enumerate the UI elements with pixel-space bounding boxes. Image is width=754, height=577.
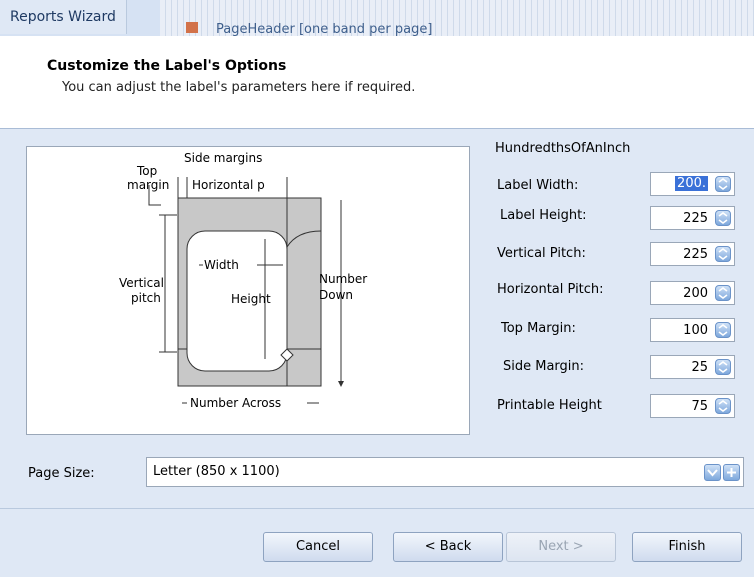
spin-button[interactable] xyxy=(715,359,731,375)
side-margin-value[interactable]: 25 xyxy=(691,360,708,375)
printable-height-spinner[interactable]: 75 xyxy=(650,394,735,418)
diagram-horizontal-pitch-label: Horizontal p xyxy=(192,178,265,192)
page-size-dropdown[interactable]: Letter (850 x 1100) xyxy=(146,457,744,487)
next-button[interactable]: Next > xyxy=(506,532,616,562)
side-margin-spinner[interactable]: 25 xyxy=(650,355,735,379)
background-band-label: PageHeader [one band per page] xyxy=(216,22,433,37)
label-height-value[interactable]: 225 xyxy=(683,211,708,226)
spin-arrows-icon xyxy=(718,324,728,336)
spin-arrows-icon xyxy=(718,178,728,190)
wizard-header: Customize the Label's Options You can ad… xyxy=(0,36,754,129)
printable-height-value[interactable]: 75 xyxy=(691,399,708,414)
diagram-number-down-label: Down xyxy=(319,288,353,302)
cancel-button[interactable]: Cancel xyxy=(263,532,373,562)
window-title: Reports Wizard xyxy=(0,0,127,34)
chevron-down-icon xyxy=(707,469,718,477)
dropdown-button[interactable] xyxy=(704,464,721,481)
vertical-pitch-label: Vertical Pitch: xyxy=(497,246,586,261)
side-margin-label: Side Margin: xyxy=(503,359,585,374)
diagram-top-margin-label: margin xyxy=(127,178,169,192)
top-margin-spinner[interactable]: 100 xyxy=(650,318,735,342)
vertical-pitch-spinner[interactable]: 225 xyxy=(650,242,735,266)
page-subtitle: You can adjust the label's parameters he… xyxy=(62,80,416,95)
spin-button[interactable] xyxy=(715,246,731,262)
spin-arrows-icon xyxy=(718,361,728,373)
label-diagram-panel: Side margins Top margin Horizontal p Wid… xyxy=(26,146,470,435)
band-icon xyxy=(186,22,198,33)
diagram-height-label: Height xyxy=(231,292,271,306)
diagram-vertical-pitch-label: Vertical xyxy=(119,276,164,290)
footer-divider xyxy=(0,508,754,509)
background-designer-strip: PageHeader [one band per page] xyxy=(160,0,754,37)
horizontal-pitch-value[interactable]: 200 xyxy=(683,286,708,301)
label-width-label: Label Width: xyxy=(497,178,579,193)
finish-button[interactable]: Finish xyxy=(632,532,742,562)
diagram-top-margin-label: Top xyxy=(136,164,157,178)
printable-height-label: Printable Height xyxy=(497,398,602,413)
diagram-width-label: Width xyxy=(204,258,239,272)
diagram-side-margins-label: Side margins xyxy=(184,151,262,165)
horizontal-pitch-label: Horizontal Pitch: xyxy=(497,282,604,297)
diagram-number-down-label: Number xyxy=(319,272,367,286)
diagram-number-across-label: Number Across xyxy=(190,396,281,410)
page-size-label: Page Size: xyxy=(28,466,95,481)
label-height-spinner[interactable]: 225 xyxy=(650,206,735,230)
label-height-label: Label Height: xyxy=(500,208,587,223)
page-size-value: Letter (850 x 1100) xyxy=(153,464,280,479)
title-bar: PageHeader [one band per page] Reports W… xyxy=(0,0,754,37)
page-title: Customize the Label's Options xyxy=(47,58,287,74)
spin-arrows-icon xyxy=(718,212,728,224)
plus-icon xyxy=(727,468,736,477)
vertical-pitch-value[interactable]: 225 xyxy=(683,247,708,262)
label-width-spinner[interactable]: 200. xyxy=(650,172,735,196)
spin-button[interactable] xyxy=(715,398,731,414)
units-label: HundredthsOfAnInch xyxy=(495,141,631,156)
spin-button[interactable] xyxy=(715,176,731,192)
label-width-value[interactable]: 200. xyxy=(675,176,708,191)
spin-button[interactable] xyxy=(715,322,731,338)
spin-button[interactable] xyxy=(715,210,731,226)
back-button[interactable]: < Back xyxy=(393,532,503,562)
diagram-vertical-pitch-label: pitch xyxy=(131,291,161,305)
top-margin-label: Top Margin: xyxy=(501,321,576,336)
top-margin-value[interactable]: 100 xyxy=(683,323,708,338)
label-diagram: Side margins Top margin Horizontal p Wid… xyxy=(119,151,367,410)
spin-arrows-icon xyxy=(718,248,728,260)
add-page-size-button[interactable] xyxy=(723,464,740,481)
spin-button[interactable] xyxy=(715,285,731,301)
horizontal-pitch-spinner[interactable]: 200 xyxy=(650,281,735,305)
spin-arrows-icon xyxy=(718,287,728,299)
spin-arrows-icon xyxy=(718,400,728,412)
